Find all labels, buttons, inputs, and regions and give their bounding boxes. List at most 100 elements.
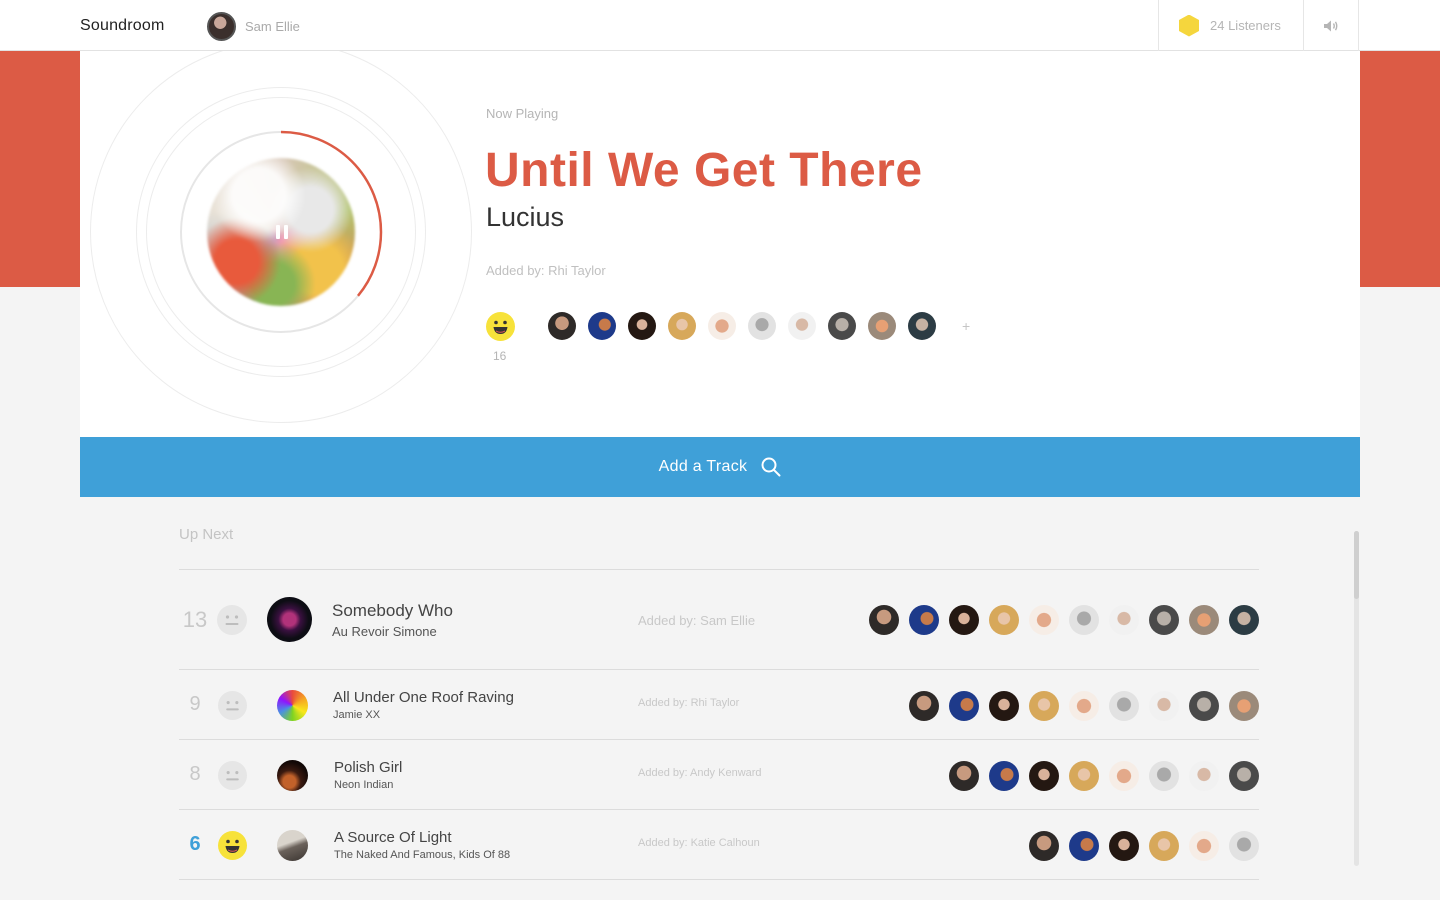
listeners-button[interactable]: 24 Listeners — [1158, 0, 1304, 51]
track-title: Until We Get There — [485, 144, 923, 197]
voter-avatar[interactable] — [909, 605, 939, 635]
voter-avatar[interactable] — [1109, 691, 1139, 721]
voter-avatar[interactable] — [1229, 605, 1259, 635]
voter-avatar[interactable] — [548, 312, 576, 340]
voter-avatar[interactable] — [1029, 691, 1059, 721]
voter-avatar[interactable] — [1029, 831, 1059, 861]
voter-avatar[interactable] — [1029, 761, 1059, 791]
added-by: Added by: Sam Ellie — [638, 613, 756, 628]
neutral-face-icon[interactable] — [218, 761, 247, 790]
voter-avatar[interactable] — [1149, 831, 1179, 861]
upvote-smiley-icon[interactable] — [486, 312, 515, 341]
track-artwork — [267, 597, 312, 642]
voter-avatar[interactable] — [1069, 831, 1099, 861]
add-track-label: Add a Track — [658, 458, 748, 475]
volume-button[interactable] — [1304, 0, 1359, 51]
up-next-list: 13 Somebody Who Au Revoir Simone Added b… — [179, 569, 1259, 880]
voter-avatars — [869, 605, 1259, 635]
voter-avatar[interactable] — [1109, 831, 1139, 861]
add-track-button[interactable]: Add a Track — [80, 437, 1360, 497]
track-title: Polish Girl — [334, 759, 403, 776]
voter-avatar[interactable] — [1149, 761, 1179, 791]
voter-avatar[interactable] — [989, 691, 1019, 721]
vote-count: 16 — [493, 349, 507, 363]
track-row[interactable]: 6 A Source Of Light The Naked And Famous… — [179, 810, 1259, 880]
track-artist: Neon Indian — [334, 779, 394, 791]
voter-avatar[interactable] — [1229, 831, 1259, 861]
search-icon — [761, 457, 781, 477]
scrollbar[interactable] — [1354, 531, 1359, 866]
voter-avatar[interactable] — [1029, 605, 1059, 635]
voter-avatar[interactable] — [909, 691, 939, 721]
voter-avatars — [909, 691, 1259, 721]
voter-avatar[interactable] — [1229, 691, 1259, 721]
neutral-face-icon[interactable] — [218, 691, 247, 720]
scrollbar-thumb[interactable] — [1354, 531, 1359, 599]
voter-avatar[interactable] — [588, 312, 616, 340]
voter-avatar[interactable] — [1149, 605, 1179, 635]
added-by: Added by: Rhi Taylor — [638, 697, 740, 709]
voter-avatar[interactable] — [989, 761, 1019, 791]
hero-backdrop-right — [1360, 51, 1440, 287]
track-score: 9 — [189, 693, 201, 715]
track-artwork — [277, 760, 308, 791]
voter-avatar[interactable] — [949, 691, 979, 721]
brand-logo[interactable]: Soundroom — [80, 17, 165, 35]
voter-avatar[interactable] — [708, 312, 736, 340]
track-row[interactable]: 8 Polish Girl Neon Indian Added by: Andy… — [179, 740, 1259, 810]
voter-avatar[interactable] — [1109, 761, 1139, 791]
track-title: A Source Of Light — [334, 829, 452, 846]
user-menu[interactable]: Sam Ellie — [207, 12, 300, 41]
voter-avatar[interactable] — [949, 761, 979, 791]
voter-avatar[interactable] — [1189, 691, 1219, 721]
voter-avatar[interactable] — [1189, 761, 1219, 791]
added-by: Added by: Katie Calhoun — [638, 837, 760, 849]
now-playing-label: Now Playing — [486, 106, 559, 121]
voter-avatar[interactable] — [828, 312, 856, 340]
voter-avatar[interactable] — [1069, 605, 1099, 635]
track-artist: Au Revoir Simone — [332, 624, 437, 639]
now-playing-card: Now Playing Until We Get There Lucius Ad… — [80, 51, 1360, 437]
voter-avatar[interactable] — [1229, 761, 1259, 791]
voter-avatar[interactable] — [788, 312, 816, 340]
added-by: Added by: Andy Kenward — [638, 767, 762, 779]
voter-avatar[interactable] — [1189, 605, 1219, 635]
more-voters-button[interactable]: + — [962, 318, 970, 334]
top-bar: Soundroom Sam Ellie 24 Listeners — [0, 0, 1440, 51]
voter-avatars: + — [548, 312, 970, 340]
neutral-face-icon[interactable] — [217, 605, 247, 635]
voter-avatar[interactable] — [668, 312, 696, 340]
voter-avatar[interactable] — [869, 605, 899, 635]
up-next-heading: Up Next — [179, 526, 234, 543]
track-artwork — [277, 830, 308, 861]
track-score: 13 — [182, 607, 208, 632]
track-row[interactable]: 13 Somebody Who Au Revoir Simone Added b… — [179, 570, 1259, 670]
voter-avatar[interactable] — [989, 605, 1019, 635]
voter-avatar[interactable] — [949, 605, 979, 635]
voter-avatar[interactable] — [1149, 691, 1179, 721]
track-score: 8 — [189, 763, 201, 785]
track-title: Somebody Who — [332, 601, 453, 620]
track-score: 6 — [189, 833, 201, 855]
voter-avatar[interactable] — [1069, 691, 1099, 721]
track-row[interactable]: 9 All Under One Roof Raving Jamie XX Add… — [179, 670, 1259, 740]
pause-icon[interactable] — [276, 225, 290, 239]
user-avatar — [207, 12, 236, 41]
track-artist: Jamie XX — [333, 709, 381, 721]
track-artist: Lucius — [486, 202, 565, 232]
upvote-smiley-icon[interactable] — [218, 831, 247, 860]
voter-avatar[interactable] — [908, 312, 936, 340]
voter-avatar[interactable] — [628, 312, 656, 340]
voter-avatars — [1029, 831, 1259, 861]
voter-avatar[interactable] — [1189, 831, 1219, 861]
hexagon-icon — [1179, 14, 1199, 37]
volume-icon — [1324, 20, 1338, 31]
listeners-count: 24 Listeners — [1210, 18, 1281, 33]
user-name: Sam Ellie — [245, 19, 300, 34]
voter-avatar[interactable] — [1069, 761, 1099, 791]
voter-avatar[interactable] — [748, 312, 776, 340]
track-artwork — [277, 690, 308, 721]
voter-avatar[interactable] — [1109, 605, 1139, 635]
voter-avatar[interactable] — [868, 312, 896, 340]
track-title: All Under One Roof Raving — [333, 689, 514, 706]
